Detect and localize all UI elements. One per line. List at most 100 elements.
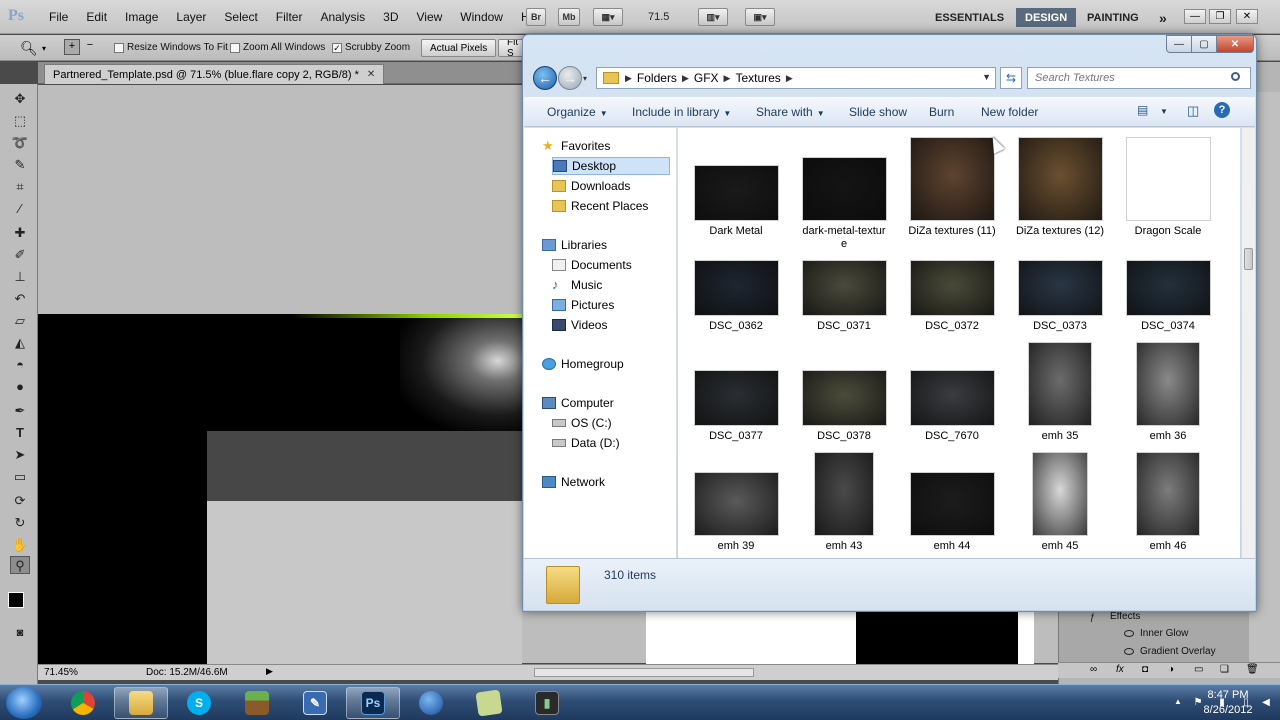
file-item[interactable]: DSC_0377 [686,370,786,443]
zoom-tool-icon[interactable]: 🔍︎ [20,40,38,57]
history-brush-tool-icon[interactable]: ↶ [10,290,30,308]
crop-tool-icon[interactable]: ⌗ [10,178,30,196]
clock-time[interactable]: 8:47 PM [1198,689,1258,701]
zoom-in-icon[interactable]: + [64,39,80,55]
eye-icon[interactable] [1124,648,1134,655]
nav-downloads[interactable]: Downloads [552,177,630,195]
taskbar-notes[interactable] [462,687,516,719]
file-item[interactable]: DiZa textures (11) [902,137,1002,238]
breadcrumb-textures[interactable]: Textures [730,71,785,85]
new-folder-button[interactable]: New folder [981,105,1038,119]
view-options-dropdown-icon[interactable]: ▼ [1160,107,1168,116]
zoom-level-field[interactable]: 71.5 [648,11,669,23]
nav-homegroup[interactable]: Homegroup [542,355,624,373]
eye-icon[interactable] [1124,630,1134,637]
nav-documents[interactable]: Documents [552,256,632,274]
close-tab-icon[interactable]: ✕ [367,69,375,80]
actual-pixels-button[interactable]: Actual Pixels [421,39,497,57]
link-layers-icon[interactable]: ∞ [1090,664,1097,675]
search-icon[interactable] [1231,72,1240,81]
layer-inner-glow-row[interactable]: Inner Glow [1124,625,1280,642]
scrubby-zoom-checkbox[interactable]: ✓ Scrubby Zoom [332,42,410,53]
file-item[interactable]: DSC_0373 [1010,260,1110,333]
mini-bridge-button[interactable]: Mb [558,8,580,26]
menu-file[interactable]: File [40,10,77,24]
menu-image[interactable]: Image [116,10,167,24]
breadcrumb-folders[interactable]: Folders [632,71,682,85]
delete-layer-icon[interactable]: 🗑︎ [1246,664,1259,675]
rectangle-tool-icon[interactable]: ▭ [10,468,30,486]
status-arrow-icon[interactable]: ▶ [266,666,273,677]
back-arrow-icon[interactable]: ← [533,66,557,90]
file-item[interactable]: Dragon Scale [1118,137,1218,238]
help-icon[interactable]: ? [1214,102,1230,118]
menu-view[interactable]: View [407,10,451,24]
zoom-all-windows-checkbox[interactable]: Zoom All Windows [230,42,325,53]
nav-desktop[interactable]: Desktop [552,157,670,175]
nav-os-c[interactable]: OS (C:) [552,414,612,432]
more-workspaces-button[interactable]: » [1150,8,1176,27]
file-item[interactable]: emh 43 [794,452,894,553]
scrollbar-thumb[interactable] [1244,248,1253,270]
bridge-button[interactable]: Br [526,8,546,26]
file-item[interactable]: DSC_0362 [686,260,786,333]
resize-windows-checkbox[interactable]: Resize Windows To Fit [114,42,228,53]
dodge-tool-icon[interactable]: ● [10,378,30,396]
menu-analysis[interactable]: Analysis [311,10,374,24]
file-item[interactable]: emh 45 [1010,452,1110,553]
zoom-out-icon[interactable]: − [82,39,98,55]
3d-rotate-tool-icon[interactable]: ⟳ [10,492,30,510]
minimize-icon[interactable]: — [1184,9,1206,24]
file-item[interactable]: DSC_0378 [794,370,894,443]
file-item[interactable]: emh 44 [902,472,1002,553]
workspace-painting[interactable]: PAINTING [1078,8,1148,27]
menu-filter[interactable]: Filter [267,10,312,24]
hand-tool-icon[interactable]: ✋ [10,536,30,554]
layer-gradient-overlay-row[interactable]: Gradient Overlay [1124,643,1280,660]
fit-screen-button[interactable]: Fit S [498,39,524,57]
nav-pictures[interactable]: Pictures [552,296,614,314]
taskbar-globe[interactable] [404,687,458,719]
taskbar-recorder[interactable]: ▮ [520,687,574,719]
close-icon[interactable]: ✕ [1236,9,1258,24]
recent-pages-dropdown-icon[interactable]: ▾ [583,74,587,83]
arrange-documents-icon[interactable]: ▥▾ [698,8,728,26]
path-select-tool-icon[interactable]: ➤ [10,446,30,464]
brush-tool-icon[interactable]: ✐ [10,246,30,264]
file-item[interactable]: DSC_0371 [794,260,894,333]
vertical-scrollbar[interactable] [1241,128,1255,558]
file-item[interactable]: emh 35 [1010,342,1110,443]
screen-mode-icon[interactable]: ▣▾ [745,8,775,26]
nav-recent-places[interactable]: Recent Places [552,197,648,215]
3d-orbit-tool-icon[interactable]: ↻ [10,514,30,532]
menu-layer[interactable]: Layer [167,10,215,24]
type-tool-icon[interactable]: T [10,424,30,442]
nav-libraries[interactable]: Libraries [542,236,607,254]
change-view-icon[interactable]: ▤ [1137,103,1155,119]
quick-mask-icon[interactable]: ◙ [10,624,30,642]
taskbar-skype[interactable]: S [172,687,226,719]
nav-favorites[interactable]: ★ Favorites [542,137,610,155]
nav-music[interactable]: ♪ Music [552,276,602,294]
volume-icon[interactable]: ◀ [1260,697,1272,709]
blur-tool-icon[interactable]: ◓ [10,356,30,374]
nav-videos[interactable]: Videos [552,316,607,334]
start-button[interactable] [6,687,42,719]
move-tool-icon[interactable]: ✥ [10,90,30,108]
taskbar-app[interactable]: ✎ [288,687,342,719]
explorer-maximize-icon[interactable]: ▢ [1191,35,1217,53]
document-tab[interactable]: Partnered_Template.psd @ 71.5% (blue.fla… [44,64,385,84]
eraser-tool-icon[interactable]: ▱ [10,312,30,330]
file-item[interactable]: emh 39 [686,472,786,553]
file-item[interactable]: dark-metal-texture [794,157,894,251]
healing-brush-tool-icon[interactable]: ✚ [10,224,30,242]
chevron-right-icon[interactable]: ▶ [682,73,689,84]
file-item[interactable]: emh 36 [1118,342,1218,443]
file-item[interactable]: emh 46 [1118,452,1218,553]
foreground-color-swatch[interactable] [8,592,24,608]
tool-preset-dropdown-icon[interactable]: ▾ [42,44,46,53]
menu-select[interactable]: Select [215,10,266,24]
taskbar-explorer[interactable] [114,687,168,719]
preview-pane-icon[interactable]: ◫ [1187,103,1205,119]
burn-button[interactable]: Burn [929,105,954,119]
